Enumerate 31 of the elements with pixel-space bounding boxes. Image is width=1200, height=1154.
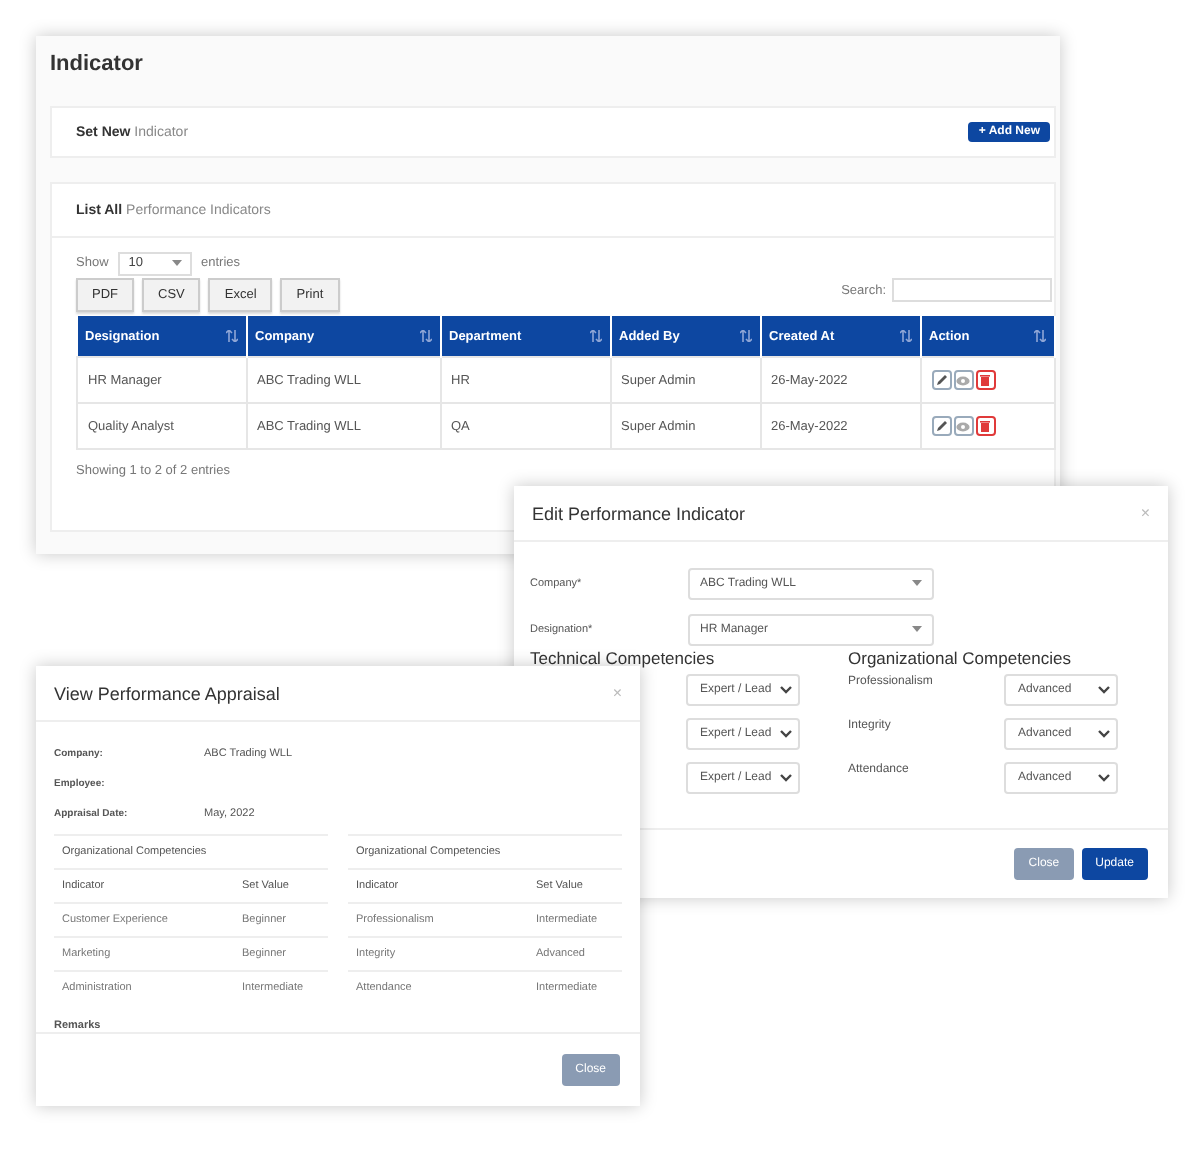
edit-button[interactable] (931, 416, 951, 436)
chevron-icon (780, 730, 792, 738)
search-field[interactable] (892, 278, 1052, 302)
eye-icon (956, 421, 970, 431)
caret-icon (912, 580, 922, 586)
delete-button[interactable] (975, 370, 995, 390)
pencil-icon (935, 420, 947, 432)
trash-icon (980, 374, 990, 386)
sort-icon (419, 330, 431, 342)
chevron-icon (780, 686, 792, 694)
page-title: Indicator (50, 52, 145, 80)
sort-icon (739, 330, 751, 342)
chevron-icon (1098, 774, 1110, 782)
pencil-icon (935, 374, 947, 386)
chevron-icon (1098, 686, 1110, 694)
sort-icon (899, 330, 911, 342)
delete-button[interactable] (975, 416, 995, 436)
section-heading: Organizational Competencies (848, 648, 1074, 672)
modal-title: Edit Performance Indicator (532, 503, 746, 523)
sort-icon (1034, 330, 1046, 342)
caret-icon (912, 626, 922, 632)
eye-icon (956, 375, 970, 385)
chevron-icon (1098, 730, 1110, 738)
trash-icon (980, 420, 990, 432)
chevron-icon (780, 774, 792, 782)
modal-title: View Performance Appraisal (54, 683, 280, 703)
sort-icon (589, 330, 601, 342)
edit-button[interactable] (931, 370, 951, 390)
caret-icon (171, 260, 181, 266)
sort-icon (225, 330, 237, 342)
section-heading: Technical Competencies (530, 648, 717, 672)
